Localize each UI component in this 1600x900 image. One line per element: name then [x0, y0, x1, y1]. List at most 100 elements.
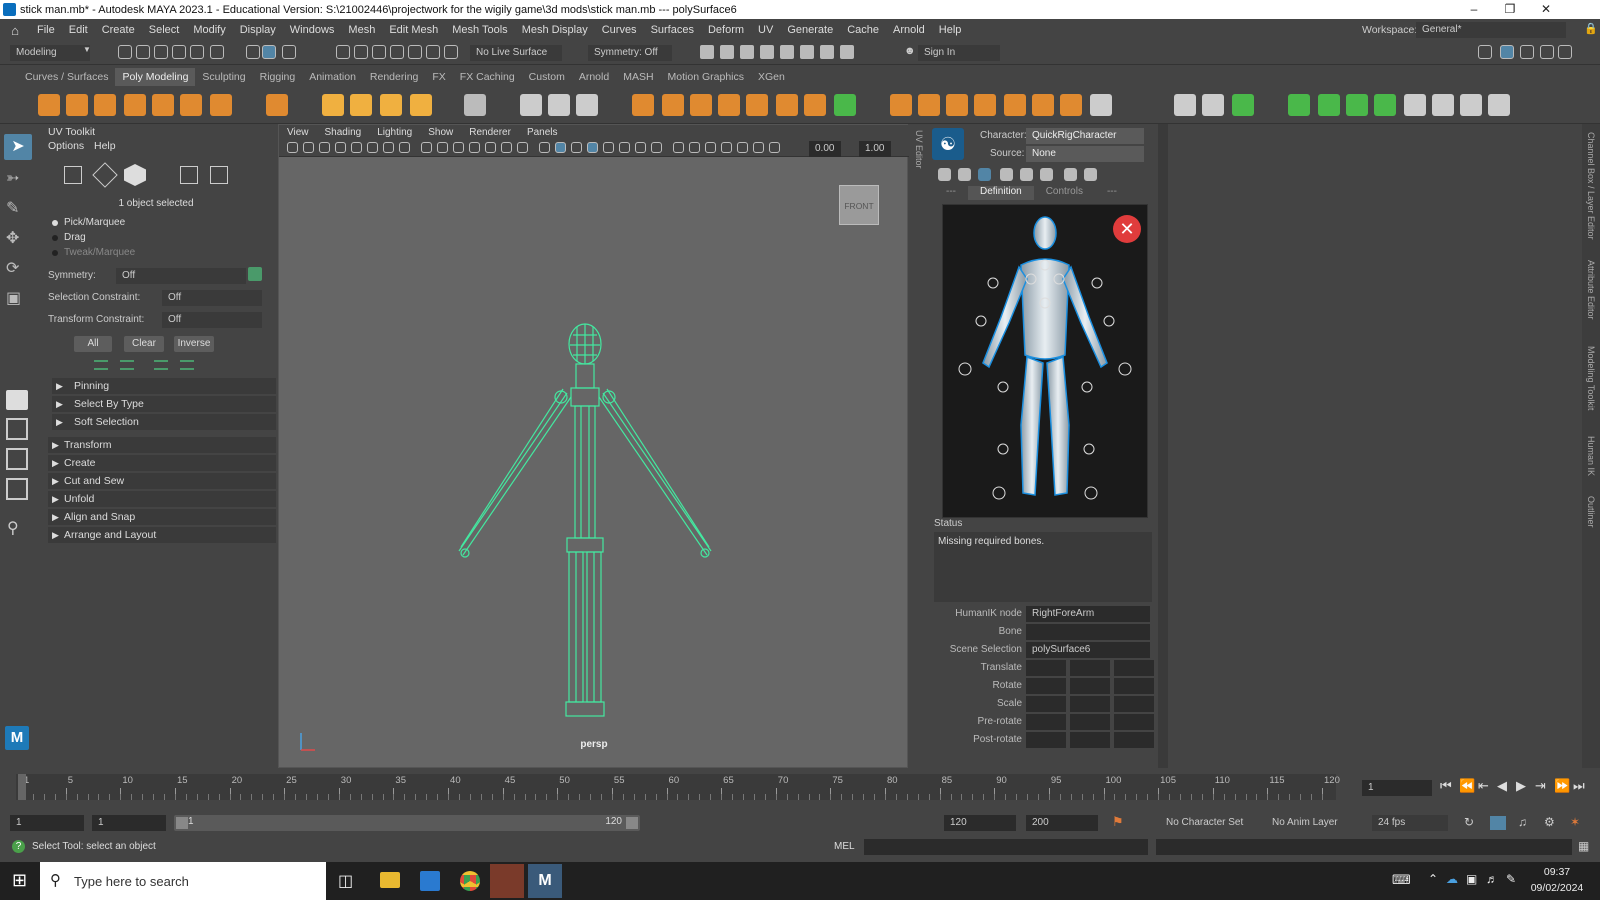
shelf-tool-19-icon[interactable]	[718, 94, 740, 116]
perspective-viewport[interactable]: View Shading Lighting Show Renderer Panels 0.…	[278, 124, 909, 768]
inverse-button[interactable]: Inverse	[174, 336, 214, 352]
volume-icon[interactable]: ♬	[1486, 872, 1498, 886]
panel-toggle-4-icon[interactable]	[1558, 45, 1572, 59]
toolbar-tool-11-icon[interactable]	[372, 45, 386, 59]
toolbar-tool-3-icon[interactable]	[172, 45, 186, 59]
viewport-tool-5-icon[interactable]	[367, 142, 378, 153]
viewport-tool-11-icon[interactable]	[469, 142, 480, 153]
viewport-tool-12-icon[interactable]	[485, 142, 496, 153]
hik-tool-7-icon[interactable]	[1084, 168, 1097, 181]
render-tool-1-icon[interactable]	[720, 45, 734, 59]
rotate-tool-icon[interactable]: ⟳	[6, 258, 19, 278]
shelf-tool-21-icon[interactable]	[776, 94, 798, 116]
grow-selection-icon[interactable]	[94, 360, 108, 370]
viewport-tool-4-icon[interactable]	[351, 142, 362, 153]
maximize-icon[interactable]: ❐	[1492, 0, 1528, 19]
hik-row-cell[interactable]	[1070, 714, 1110, 730]
viewport-tool-9-icon[interactable]	[437, 142, 448, 153]
character-definition-view[interactable]: ✕	[942, 204, 1148, 518]
section-select-by-type[interactable]: ▶ Select By Type	[52, 396, 276, 412]
menu-surfaces[interactable]: Surfaces	[644, 24, 701, 36]
toolbar-tool-0-icon[interactable]	[118, 45, 132, 59]
viewport-tool-13-icon[interactable]	[501, 142, 512, 153]
section-cut-and-sew[interactable]: ▶ Cut and Sew	[48, 473, 276, 489]
file-explorer-icon[interactable]	[380, 872, 400, 888]
playback-end-field[interactable]: 120	[944, 815, 1016, 831]
viewport-tool-0-icon[interactable]	[287, 142, 298, 153]
lock-icon[interactable]: 🔒	[1584, 22, 1598, 35]
shelf-tab-animation[interactable]: Animation	[302, 68, 363, 86]
toolbar-tool-5-icon[interactable]	[210, 45, 224, 59]
source-select[interactable]: None	[1026, 146, 1144, 162]
minimize-icon[interactable]: –	[1456, 0, 1492, 19]
shelf-tool-39-icon[interactable]	[1404, 94, 1426, 116]
render-tool-3-icon[interactable]	[760, 45, 774, 59]
shelf-tab-custom[interactable]: Custom	[522, 68, 572, 86]
hik-scrollbar[interactable]	[1158, 124, 1168, 768]
hik-tool-3-icon[interactable]	[1000, 168, 1013, 181]
hik-row-cell[interactable]	[1070, 696, 1110, 712]
sign-in-button[interactable]: Sign In	[918, 45, 1000, 61]
viewport-tool-21-icon[interactable]	[635, 142, 646, 153]
section-soft-selection[interactable]: ▶ Soft Selection	[52, 414, 276, 430]
hik-row-cell[interactable]	[1026, 732, 1066, 748]
outliner-layout-icon[interactable]	[6, 478, 28, 500]
shelf-tool-33-icon[interactable]	[1202, 94, 1224, 116]
shelf-tool-22-icon[interactable]	[804, 94, 826, 116]
viewport-tool-20-icon[interactable]	[619, 142, 630, 153]
panel-toggle-1-icon[interactable]	[1500, 45, 1514, 59]
menu-windows[interactable]: Windows	[283, 24, 342, 36]
shelf-tool-18-icon[interactable]	[690, 94, 712, 116]
uv-shell-mode-icon[interactable]	[210, 166, 228, 184]
shelf-tool-1-icon[interactable]	[66, 94, 88, 116]
shelf-tab-xgen[interactable]: XGen	[751, 68, 792, 86]
render-tool-7-icon[interactable]	[840, 45, 854, 59]
hik-tool-4-icon[interactable]	[1020, 168, 1033, 181]
shelf-tool-23-icon[interactable]	[834, 94, 856, 116]
windows-start-icon[interactable]: ⊞	[12, 870, 27, 891]
play-backwards-icon[interactable]: ◀	[1497, 778, 1507, 794]
toolbar-tool-6-icon[interactable]	[246, 45, 260, 59]
step-back-key-icon[interactable]: ⏪	[1459, 778, 1475, 794]
side-tab-human-ik[interactable]: Human IK	[1586, 436, 1596, 476]
transform-constraint-field[interactable]: Off	[162, 312, 262, 328]
shelf-tool-28-icon[interactable]	[1004, 94, 1026, 116]
step-forward-key-icon[interactable]: ⏩	[1554, 778, 1570, 794]
shelf-tab-rigging[interactable]: Rigging	[253, 68, 303, 86]
character-set-select[interactable]: No Character Set	[1160, 815, 1260, 831]
chrome-icon[interactable]	[460, 871, 480, 891]
anim-layer-select[interactable]: No Anim Layer	[1266, 815, 1358, 831]
hik-tool-5-icon[interactable]	[1040, 168, 1053, 181]
select-all-button[interactable]: All	[74, 336, 112, 352]
menu-cache[interactable]: Cache	[840, 24, 886, 36]
hik-row-cell[interactable]	[1114, 660, 1154, 676]
menu-generate[interactable]: Generate	[780, 24, 840, 36]
toolbar-tool-9-icon[interactable]	[336, 45, 350, 59]
viewport-tool-29-icon[interactable]	[769, 142, 780, 153]
shelf-tool-12-icon[interactable]	[464, 94, 486, 116]
shelf-tool-5-icon[interactable]	[180, 94, 202, 116]
scale-tool-icon[interactable]: ▣	[6, 288, 21, 308]
auto-key-icon[interactable]: ⚑	[1112, 814, 1124, 830]
viewport-tool-18-icon[interactable]	[587, 142, 598, 153]
shelf-tool-15-icon[interactable]	[576, 94, 598, 116]
shelf-tool-35-icon[interactable]	[1288, 94, 1310, 116]
search-icon[interactable]: ⚲	[7, 518, 19, 538]
viewport-tool-27-icon[interactable]	[737, 142, 748, 153]
shelf-tool-8-icon[interactable]	[322, 94, 344, 116]
paint-select-icon[interactable]: ✎	[6, 198, 19, 218]
menu-deform[interactable]: Deform	[701, 24, 751, 36]
face-mode-icon[interactable]	[124, 164, 146, 186]
shelf-tab-motion-graphics[interactable]: Motion Graphics	[661, 68, 751, 86]
render-tool-5-icon[interactable]	[800, 45, 814, 59]
taskbar-search[interactable]: ⚲ Type here to search	[40, 862, 326, 900]
mode-select[interactable]: Modeling	[10, 45, 90, 61]
shelf-tool-17-icon[interactable]	[662, 94, 684, 116]
stick-man-mesh[interactable]	[279, 157, 909, 767]
shelf-tool-9-icon[interactable]	[350, 94, 372, 116]
hik-field-humanik-node[interactable]: RightForeArm	[1026, 606, 1150, 622]
sound-icon[interactable]: ♫	[1518, 815, 1527, 829]
shelf-tool-2-icon[interactable]	[94, 94, 116, 116]
hik-row-cell[interactable]	[1070, 660, 1110, 676]
shelf-tool-42-icon[interactable]	[1488, 94, 1510, 116]
